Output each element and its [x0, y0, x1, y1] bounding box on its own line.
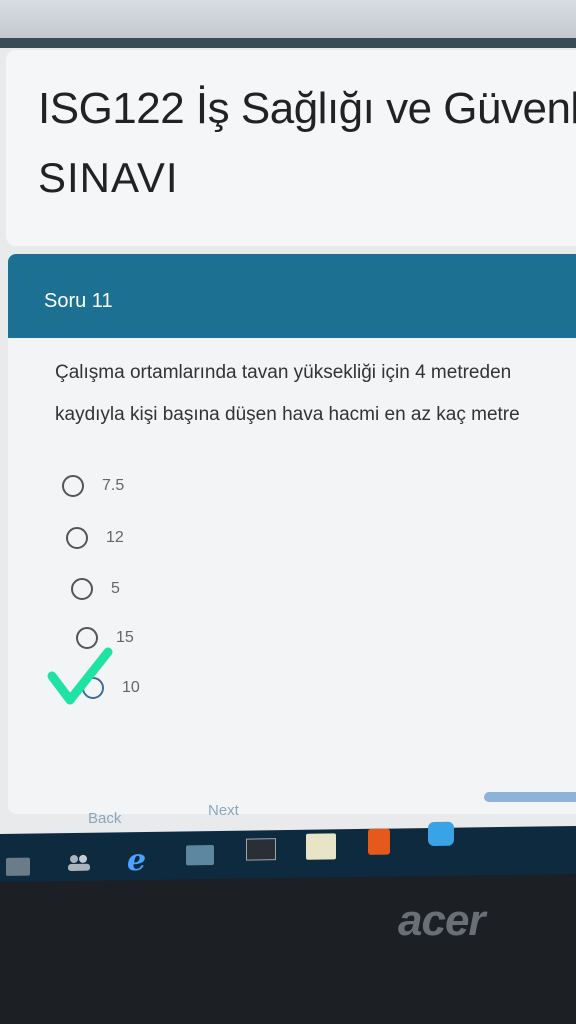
option-label: 5 [111, 580, 120, 597]
progress-bar [484, 792, 576, 802]
option-7-5[interactable]: 7.5 [62, 472, 124, 500]
acer-logo: acer [398, 896, 486, 945]
window-icon[interactable] [186, 845, 214, 866]
radio-button[interactable] [71, 578, 93, 600]
option-label: 12 [106, 529, 124, 546]
radio-button[interactable] [66, 527, 88, 549]
option-label: 10 [122, 679, 140, 696]
svg-text:e: e [127, 844, 146, 874]
taskbar: e [0, 821, 576, 883]
screen: ISG122 İş Sağlığı ve Güvenl SINAVI Soru … [0, 0, 576, 850]
question-card: Soru 11 Çalışma ortamlarında tavan yükse… [8, 254, 576, 814]
terminal-icon[interactable] [246, 838, 276, 861]
radio-button[interactable] [62, 475, 84, 497]
option-12[interactable]: 12 [66, 524, 124, 552]
back-button[interactable]: Back [88, 810, 121, 827]
question-text-line1: Çalışma ortamlarında tavan yüksekliği iç… [55, 362, 512, 383]
question-header: Soru 11 [8, 254, 576, 338]
option-5[interactable]: 5 [71, 575, 120, 603]
next-button[interactable]: Next [208, 802, 239, 819]
option-label: 7.5 [102, 477, 125, 494]
start-icon[interactable] [6, 857, 30, 876]
page-title: ISG122 İş Sağlığı ve Güvenl [38, 84, 576, 133]
question-text-line2: kaydıyla kişi başına düşen hava hacmi en… [55, 404, 520, 425]
option-label: 15 [116, 629, 134, 646]
zoom-icon[interactable] [428, 821, 454, 847]
question-number: Soru 11 [44, 290, 113, 312]
page-subtitle: SINAVI [38, 154, 179, 201]
page-top-bar [0, 38, 576, 48]
store-icon[interactable] [306, 833, 336, 860]
checkmark-icon [47, 647, 113, 705]
office-icon[interactable] [368, 828, 390, 855]
title-card: ISG122 İş Sağlığı ve Güvenl SINAVI [6, 50, 576, 246]
browser-top-strip [0, 0, 576, 38]
people-icon[interactable] [66, 853, 92, 872]
edge-icon[interactable]: e [124, 844, 154, 874]
